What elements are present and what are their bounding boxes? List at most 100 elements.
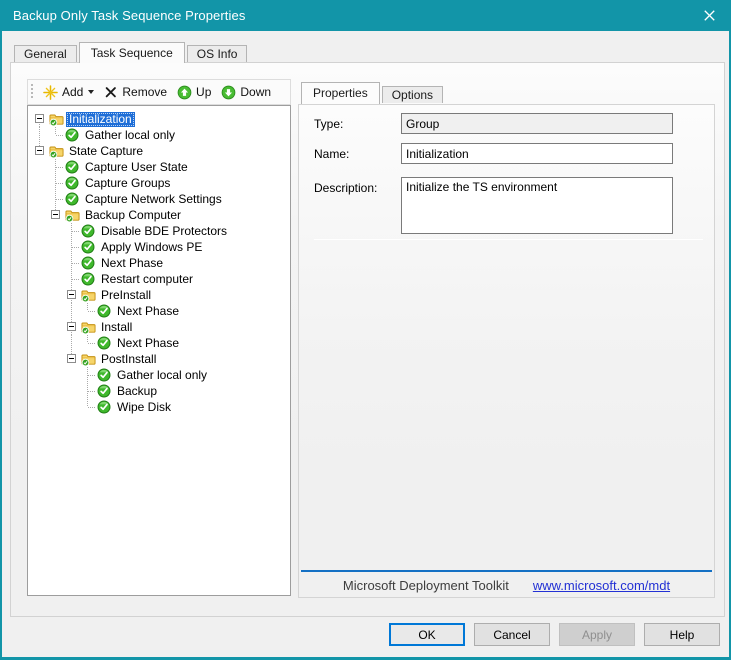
tab-task-sequence[interactable]: Task Sequence <box>79 42 185 63</box>
name-label: Name: <box>314 147 349 161</box>
close-icon <box>704 10 715 21</box>
expand-toggle-icon[interactable] <box>67 290 76 299</box>
tree-item-next-phase-3[interactable]: Next Phase <box>32 335 290 351</box>
tree-item-postinstall[interactable]: PostInstall <box>32 351 290 367</box>
tree-item-label: Capture Groups <box>82 176 173 191</box>
tree-connector <box>64 399 80 415</box>
apply-button: Apply <box>559 623 635 646</box>
tree-item-wipe-disk[interactable]: Wipe Disk <box>32 399 290 415</box>
folder-icon <box>80 319 96 335</box>
down-icon <box>221 85 236 100</box>
tree-item-backup-computer[interactable]: Backup Computer <box>32 207 290 223</box>
tree-item-label: Install <box>98 320 135 335</box>
titlebar[interactable]: Backup Only Task Sequence Properties <box>0 0 731 31</box>
mdt-divider <box>301 570 712 572</box>
tree-connector <box>32 319 48 335</box>
check-icon <box>80 271 96 287</box>
tree-item-label: Next Phase <box>114 304 182 319</box>
tree-item-preinstall[interactable]: PreInstall <box>32 287 290 303</box>
tree-connector <box>32 159 48 175</box>
tree-item-capture-user-state[interactable]: Capture User State <box>32 159 290 175</box>
expand-toggle-icon[interactable] <box>35 146 44 155</box>
tree-connector <box>64 271 80 287</box>
check-icon <box>80 239 96 255</box>
description-field[interactable]: Initialize the TS environment <box>401 177 673 234</box>
tree-connector <box>48 175 64 191</box>
tree-connector <box>64 255 80 271</box>
tree-item-label: Backup <box>114 384 160 399</box>
tab-os-info[interactable]: OS Info <box>187 45 248 62</box>
tree-connector <box>80 335 96 351</box>
add-button[interactable]: Add <box>38 83 99 102</box>
tree-connector <box>48 159 64 175</box>
folder-icon <box>80 287 96 303</box>
tree-item-state-capture[interactable]: State Capture <box>32 143 290 159</box>
down-label: Down <box>240 85 271 99</box>
tree-item-restart-computer[interactable]: Restart computer <box>32 271 290 287</box>
tree-connector <box>32 271 48 287</box>
tree-connector <box>32 239 48 255</box>
down-button[interactable]: Down <box>216 83 276 102</box>
tree-item-disable-bde-protectors[interactable]: Disable BDE Protectors <box>32 223 290 239</box>
tree-connector <box>32 191 48 207</box>
up-button[interactable]: Up <box>172 83 216 102</box>
tree-item-capture-groups[interactable]: Capture Groups <box>32 175 290 191</box>
ok-button[interactable]: OK <box>389 623 465 646</box>
tree-item-next-phase-1[interactable]: Next Phase <box>32 255 290 271</box>
tree-item-label: Restart computer <box>98 272 196 287</box>
expand-toggle-icon[interactable] <box>67 322 76 331</box>
window-title: Backup Only Task Sequence Properties <box>0 8 245 23</box>
expand-toggle-icon[interactable] <box>35 114 44 123</box>
tree-item-apply-windows-pe[interactable]: Apply Windows PE <box>32 239 290 255</box>
close-button[interactable] <box>689 0 729 31</box>
folder-icon <box>48 111 64 127</box>
remove-button[interactable]: Remove <box>99 83 172 101</box>
check-icon <box>80 223 96 239</box>
check-icon <box>64 191 80 207</box>
tree-connector <box>48 367 64 383</box>
tree-connector <box>80 367 96 383</box>
help-button[interactable]: Help <box>644 623 720 646</box>
tree-connector <box>48 303 64 319</box>
tree-item-initialization[interactable]: Initialization <box>32 111 290 127</box>
tree-item-label: Initialization <box>66 112 135 127</box>
check-icon <box>96 303 112 319</box>
tree-item-next-phase-2[interactable]: Next Phase <box>32 303 290 319</box>
tree-item-label: Gather local only <box>114 368 210 383</box>
tree-connector <box>64 239 80 255</box>
detail-tabs: Properties Options <box>301 79 445 104</box>
toolbar-gripper[interactable] <box>31 84 33 100</box>
expand-toggle-icon[interactable] <box>51 210 60 219</box>
tree-item-install[interactable]: Install <box>32 319 290 335</box>
tree-item-gather-local-only-2[interactable]: Gather local only <box>32 367 290 383</box>
tree-connector <box>32 367 48 383</box>
tree-item-capture-network-settings[interactable]: Capture Network Settings <box>32 191 290 207</box>
tree-item-label: Apply Windows PE <box>98 240 205 255</box>
folder-icon <box>64 207 80 223</box>
check-icon <box>96 399 112 415</box>
folder-icon <box>80 351 96 367</box>
tree-connector <box>48 287 64 303</box>
cancel-button[interactable]: Cancel <box>474 623 550 646</box>
tab-properties[interactable]: Properties <box>301 82 380 104</box>
task-sequence-page: Add Remove Up Down Initialization <box>10 62 725 617</box>
tree-item-label: Backup Computer <box>82 208 184 223</box>
check-icon <box>80 255 96 271</box>
tree-connector <box>64 335 80 351</box>
tree-item-label: Disable BDE Protectors <box>98 224 230 239</box>
tree-connector <box>48 383 64 399</box>
tree-connector <box>48 127 64 143</box>
dialog: Backup Only Task Sequence Properties Gen… <box>0 0 731 660</box>
tree-item-gather-local-only[interactable]: Gather local only <box>32 127 290 143</box>
name-field[interactable] <box>401 143 673 164</box>
tree-connector <box>32 207 48 223</box>
tab-general[interactable]: General <box>14 45 77 62</box>
tree-item-label: Wipe Disk <box>114 400 174 415</box>
tree-item-backup[interactable]: Backup <box>32 383 290 399</box>
mdt-link[interactable]: www.microsoft.com/mdt <box>533 578 670 593</box>
tab-options[interactable]: Options <box>382 86 443 103</box>
up-icon <box>177 85 192 100</box>
tree-item-label: State Capture <box>66 144 146 159</box>
expand-toggle-icon[interactable] <box>67 354 76 363</box>
tree-connector <box>32 111 48 127</box>
